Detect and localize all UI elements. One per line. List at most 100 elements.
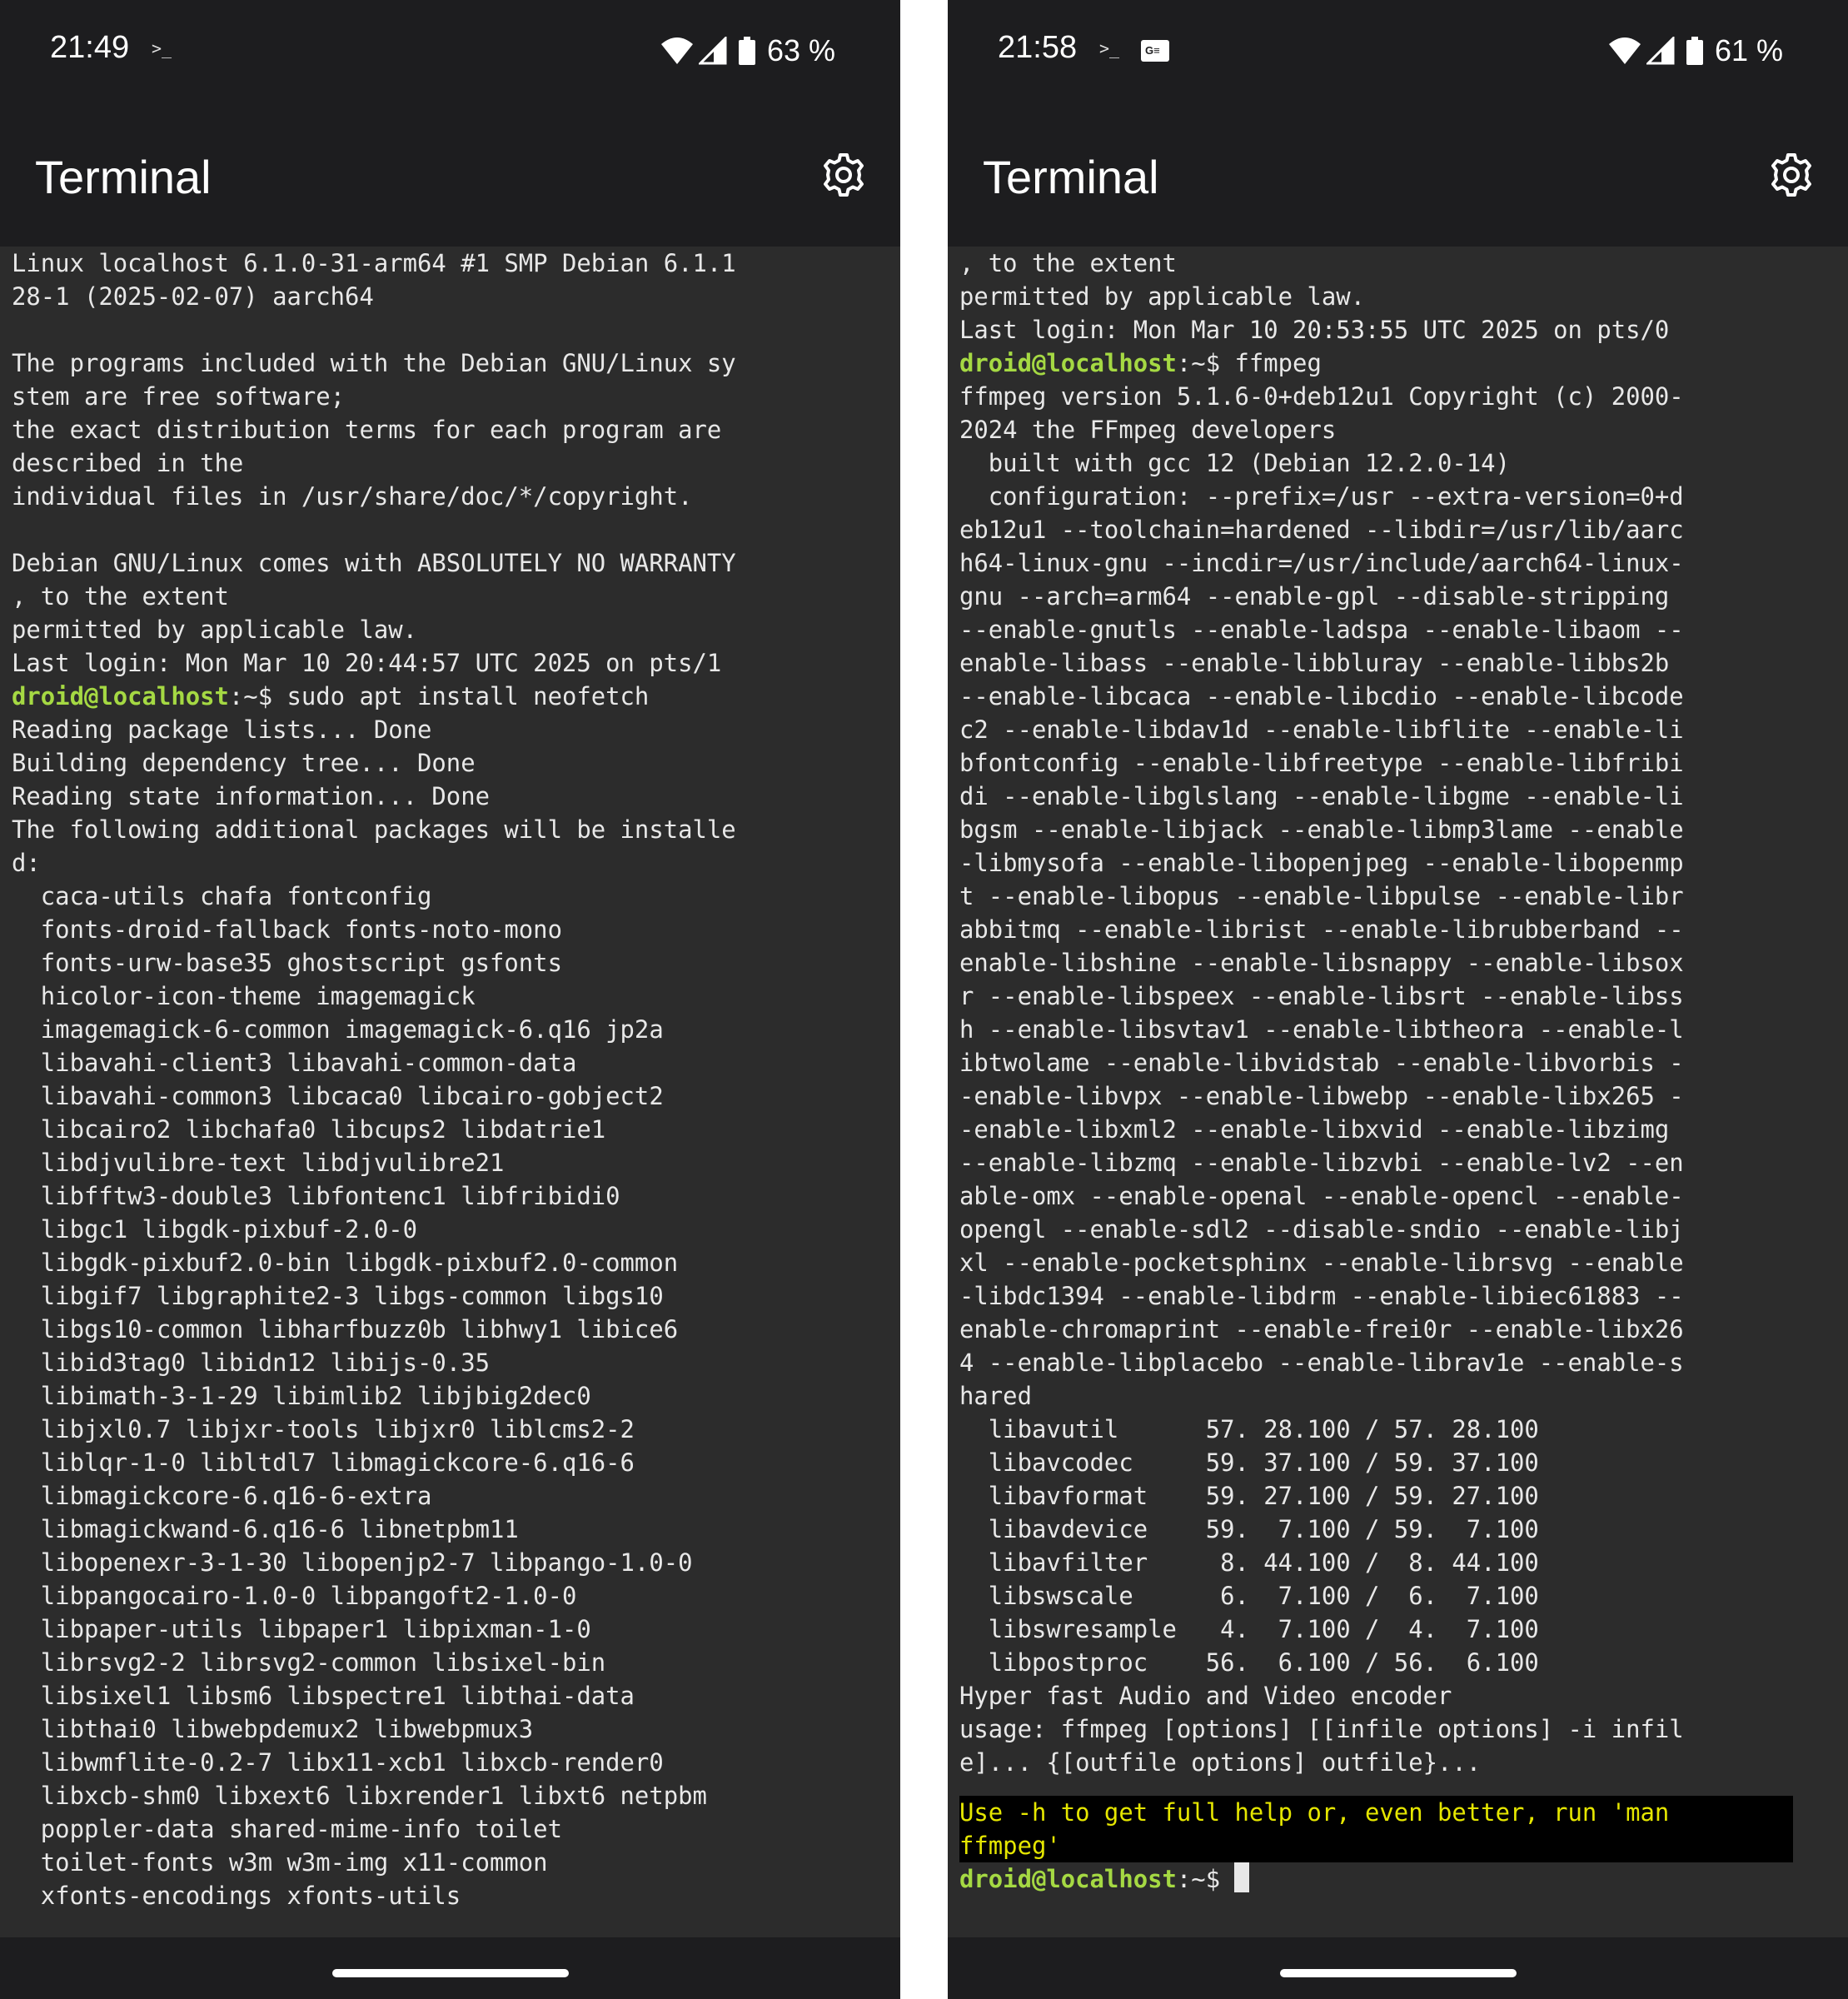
terminal-line: ibtwolame --enable-libvidstab --enable-l…	[959, 1049, 1684, 1077]
command-prompt-line: droid@localhost:~$ sudo apt install neof…	[0, 680, 900, 713]
terminal-line: 2024 the FFmpeg developers	[959, 416, 1337, 444]
terminal-line: libcairo2 libchafa0 libcups2 libdatrie1	[12, 1115, 606, 1144]
terminal-output[interactable]: Linux localhost 6.1.0-31-arm64 #1 SMP De…	[0, 247, 900, 1937]
terminal-line: hared	[959, 1382, 1032, 1410]
terminal-line: libwmflite-0.2-7 libx11-xcb1 libxcb-rend…	[12, 1748, 664, 1777]
terminal-line: enable-libshine --enable-libsnappy --ena…	[959, 949, 1684, 977]
login-banner: , to the extent permitted by applicable l…	[948, 247, 1848, 346]
terminal-line: the exact distribution terms for each pr…	[12, 416, 722, 444]
terminal-line: 4 --enable-libplacebo --enable-librav1e …	[959, 1348, 1684, 1377]
prompt-path: :~$	[228, 682, 287, 710]
terminal-line: caca-utils chafa fontconfig	[12, 882, 432, 910]
command-output: Reading package lists... Done Building de…	[0, 713, 900, 1912]
terminal-line: Last login: Mon Mar 10 20:44:57 UTC 2025…	[12, 649, 722, 677]
terminal-line: enable-libass --enable-libbluray --enabl…	[959, 649, 1670, 677]
terminal-line: libpaper-utils libpaper1 libpixman-1-0	[12, 1615, 591, 1643]
terminal-line: libavahi-common3 libcaca0 libcairo-gobje…	[12, 1082, 664, 1110]
terminal-line: , to the extent	[959, 249, 1177, 277]
command-prompt-line: droid@localhost:~$ ffmpeg	[948, 346, 1848, 380]
terminal-line: bfontconfig --enable-libfreetype --enabl…	[959, 749, 1684, 777]
terminal-notification-icon: >_	[152, 38, 172, 58]
terminal-line: ffmpeg version 5.1.6-0+deb12u1 Copyright…	[959, 382, 1684, 411]
cell-signal-icon	[1646, 37, 1675, 65]
status-time: 21:49	[50, 30, 130, 65]
terminal-line: able-omx --enable-openal --enable-opencl…	[959, 1182, 1684, 1210]
settings-gear-icon[interactable]	[820, 152, 867, 198]
terminal-line: Building dependency tree... Done	[12, 749, 476, 777]
battery-icon	[1686, 37, 1703, 65]
terminal-line: libopenexr-3-1-30 libopenjp2-7 libpango-…	[12, 1548, 693, 1577]
terminal-line: r --enable-libspeex --enable-libsrt --en…	[959, 982, 1684, 1010]
terminal-line: -libmysofa --enable-libopenjpeg --enable…	[959, 849, 1684, 877]
terminal-line: configuration: --prefix=/usr --extra-ver…	[959, 482, 1684, 511]
terminal-line: Reading package lists... Done	[12, 715, 432, 744]
terminal-line: libpostproc 56. 6.100 / 56. 6.100	[959, 1648, 1539, 1677]
status-bar: 21:49 >_ 63 %	[0, 0, 900, 108]
terminal-line: libavdevice 59. 7.100 / 59. 7.100	[959, 1515, 1539, 1543]
terminal-line: libpangocairo-1.0-0 libpangoft2-1.0-0	[12, 1582, 577, 1610]
terminal-line: libmagickwand-6.q16-6 libnetpbm11	[12, 1515, 519, 1543]
app-bar: Terminal	[948, 108, 1848, 247]
navigation-bar	[948, 1937, 1848, 1999]
wifi-icon	[1608, 37, 1641, 64]
terminal-line: The following additional packages will b…	[12, 815, 736, 844]
terminal-line: xl --enable-pocketsphinx --enable-librsv…	[959, 1249, 1684, 1277]
terminal-line: poppler-data shared-mime-info toilet	[12, 1815, 562, 1843]
terminal-line: h --enable-libsvtav1 --enable-libtheora …	[959, 1015, 1684, 1044]
terminal-line: --enable-gnutls --enable-ladspa --enable…	[959, 616, 1684, 644]
help-notice: Use -h to get full help or, even better,…	[959, 1796, 1793, 1862]
status-bar: 21:58 >_ G≡ 61 %	[948, 0, 1848, 108]
active-prompt-line[interactable]: droid@localhost:~$	[948, 1862, 1848, 1896]
news-notification-icon: G≡	[1141, 40, 1169, 62]
terminal-line: Debian GNU/Linux comes with ABSOLUTELY N…	[12, 549, 736, 577]
battery-percentage: 61 %	[1714, 33, 1783, 67]
terminal-line: libgs10-common libharfbuzz0b libhwy1 lib…	[12, 1315, 679, 1343]
terminal-line: permitted by applicable law.	[12, 616, 418, 644]
terminal-line: libswresample 4. 7.100 / 4. 7.100	[959, 1615, 1539, 1643]
terminal-line: Reading state information... Done	[12, 782, 490, 810]
terminal-line: -enable-libvpx --enable-libwebp --enable…	[959, 1082, 1684, 1110]
prompt-command: sudo apt install neofetch	[286, 682, 650, 710]
prompt-path: :~$	[1176, 349, 1235, 377]
terminal-line: stem are free software;	[12, 382, 346, 411]
login-banner: Linux localhost 6.1.0-31-arm64 #1 SMP De…	[0, 247, 900, 680]
terminal-line: libthai0 libwebpdemux2 libwebpmux3	[12, 1715, 534, 1743]
status-time: 21:58	[998, 30, 1078, 65]
terminal-line: libgc1 libgdk-pixbuf-2.0-0	[12, 1215, 418, 1244]
settings-gear-icon[interactable]	[1768, 152, 1815, 198]
terminal-line: d:	[12, 849, 41, 877]
prompt-user: droid@localhost	[959, 1865, 1177, 1893]
terminal-line: -libdc1394 --enable-libdrm --enable-libi…	[959, 1282, 1684, 1310]
terminal-line: libgdk-pixbuf2.0-bin libgdk-pixbuf2.0-co…	[12, 1249, 679, 1277]
terminal-line: c2 --enable-libdav1d --enable-libflite -…	[959, 715, 1684, 744]
terminal-line: librsvg2-2 librsvg2-common libsixel-bin	[12, 1648, 606, 1677]
home-gesture-handle[interactable]	[1279, 1969, 1517, 1977]
navigation-bar	[0, 1937, 900, 1999]
battery-percentage: 63 %	[766, 33, 835, 67]
text-cursor	[1234, 1862, 1250, 1892]
terminal-line: h64-linux-gnu --incdir=/usr/include/aarc…	[959, 549, 1684, 577]
prompt-command: ffmpeg	[1234, 349, 1322, 377]
wifi-icon	[660, 37, 693, 64]
terminal-line: --enable-libcaca --enable-libcdio --enab…	[959, 682, 1684, 710]
command-output: ffmpeg version 5.1.6-0+deb12u1 Copyright…	[948, 380, 1848, 1779]
terminal-line: , to the extent	[12, 582, 229, 611]
terminal-line: built with gcc 12 (Debian 12.2.0-14)	[959, 449, 1510, 477]
terminal-line: xfonts-encodings xfonts-utils	[12, 1882, 461, 1910]
terminal-line: 28-1 (2025-02-07) aarch64	[12, 282, 374, 311]
terminal-output[interactable]: , to the extent permitted by applicable l…	[948, 247, 1848, 1937]
terminal-line: libid3tag0 libidn12 libijs-0.35	[12, 1348, 490, 1377]
status-icons: 61 %	[1608, 30, 1783, 72]
home-gesture-handle[interactable]	[331, 1969, 569, 1977]
prompt-user: droid@localhost	[12, 682, 229, 710]
terminal-line: Last login: Mon Mar 10 20:53:55 UTC 2025…	[959, 316, 1670, 344]
terminal-line: -enable-libxml2 --enable-libxvid --enabl…	[959, 1115, 1670, 1144]
terminal-line: liblqr-1-0 libltdl7 libmagickcore-6.q16-…	[12, 1448, 635, 1477]
terminal-line: libmagickcore-6.q16-6-extra	[12, 1482, 432, 1510]
terminal-line: t --enable-libopus --enable-libpulse --e…	[959, 882, 1684, 910]
terminal-line: libavahi-client3 libavahi-common-data	[12, 1049, 577, 1077]
terminal-line: --enable-libzmq --enable-libzvbi --enabl…	[959, 1149, 1684, 1177]
notice-line: ffmpeg'	[959, 1832, 1061, 1860]
